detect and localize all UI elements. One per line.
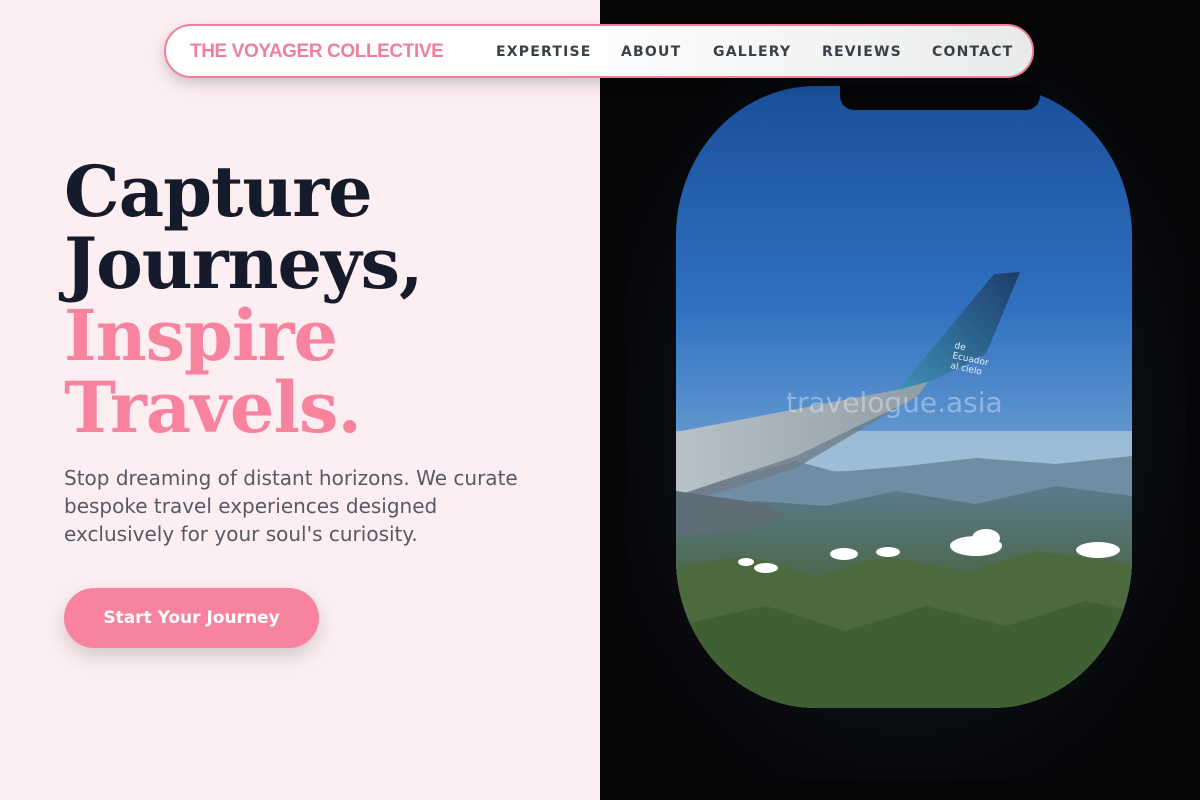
nav-link-expertise[interactable]: EXPERTISE (496, 44, 592, 60)
hero-heading: Capture Journeys, Inspire Travels. (64, 150, 423, 449)
nav-link-gallery[interactable]: GALLERY (713, 44, 791, 60)
hero-heading-line-2: Journeys, (64, 222, 423, 305)
nav-link-reviews[interactable]: REVIEWS (822, 44, 902, 60)
hero-subtitle: Stop dreaming of distant horizons. We cu… (64, 466, 518, 546)
window-shade (840, 84, 1040, 110)
hero-heading-line-3: Inspire (64, 294, 338, 377)
nav-link-about[interactable]: ABOUT (621, 44, 681, 60)
nav-link-contact[interactable]: CONTACT (932, 44, 1013, 60)
hero-heading-line-1: Capture (64, 150, 373, 233)
image-watermark: travelogue.asia (786, 386, 1003, 419)
hero-heading-line-4: Travels. (64, 366, 362, 449)
top-navbar: THE VOYAGER COLLECTIVE EXPERTISE ABOUT G… (164, 24, 1034, 78)
brand-logo[interactable]: THE VOYAGER COLLECTIVE (190, 41, 444, 63)
start-journey-button[interactable]: Start Your Journey (64, 588, 319, 648)
